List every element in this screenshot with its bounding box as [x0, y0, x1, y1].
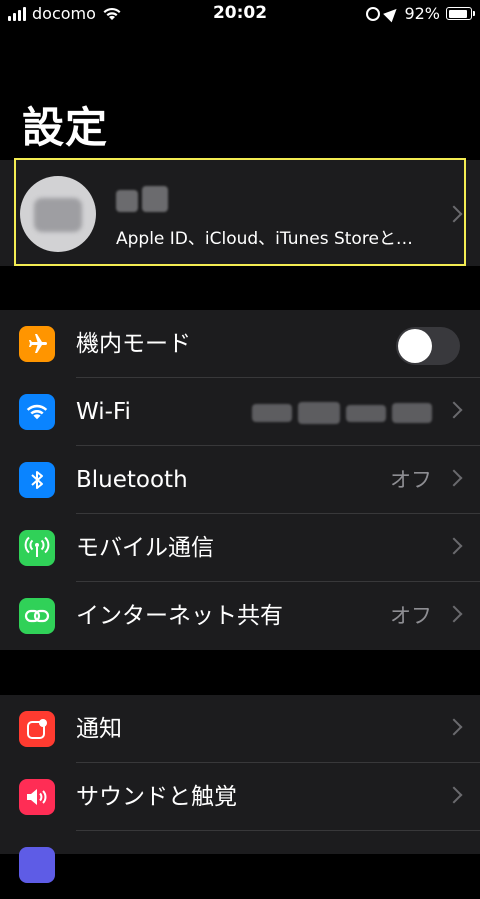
blurred-network-name	[252, 402, 432, 424]
sounds-haptics-label: サウンドと触覚	[76, 784, 237, 810]
bluetooth-status: オフ	[390, 468, 432, 492]
chevron-right-icon	[445, 205, 463, 223]
airplane-mode-toggle[interactable]	[396, 327, 460, 365]
sounds-haptics-row[interactable]: サウンドと触覚	[0, 763, 480, 831]
bluetooth-row[interactable]: Bluetooth オフ	[0, 446, 480, 514]
status-bar: docomo 20:02 92%	[0, 0, 480, 28]
cellular-row[interactable]: モバイル通信	[0, 514, 480, 582]
battery-percent: 92%	[404, 4, 440, 23]
wifi-label: Wi-Fi	[76, 399, 131, 425]
partially-visible-icon	[19, 847, 55, 883]
wifi-row[interactable]: Wi-Fi	[0, 378, 480, 446]
airplane-mode-row[interactable]: 機内モード	[0, 310, 480, 378]
bluetooth-label: Bluetooth	[76, 467, 188, 493]
hotspot-icon	[19, 598, 55, 634]
blurred-user-name	[116, 186, 168, 214]
page-title: 設定	[22, 103, 109, 152]
battery-icon	[446, 7, 475, 20]
hotspot-label: インターネット共有	[76, 603, 283, 629]
cellular-label: モバイル通信	[76, 535, 214, 561]
chevron-right-icon	[445, 469, 463, 487]
chevron-right-icon	[445, 401, 463, 419]
notifications-label: 通知	[76, 716, 122, 742]
chevron-right-icon	[445, 786, 463, 804]
cellular-icon	[19, 530, 55, 566]
wifi-icon	[19, 394, 55, 430]
airplane-mode-label: 機内モード	[76, 331, 191, 357]
network-settings-group: 機内モード Wi-Fi Bluetooth オフ モバイル通信 インターネット共…	[0, 310, 480, 650]
chevron-right-icon	[445, 605, 463, 623]
notifications-icon	[19, 711, 55, 747]
notifications-settings-group: 通知 サウンドと触覚	[0, 695, 480, 883]
avatar	[20, 176, 96, 252]
bluetooth-icon	[19, 462, 55, 498]
rotation-lock-icon	[366, 6, 381, 21]
profile-subtitle: Apple ID、iCloud、iTunes Storeと…	[116, 229, 413, 249]
chevron-right-icon	[445, 718, 463, 736]
location-icon	[383, 4, 402, 23]
next-settings-row[interactable]	[0, 831, 480, 899]
status-right: 92%	[366, 4, 475, 23]
airplane-icon	[19, 326, 55, 362]
hotspot-status: オフ	[390, 604, 432, 628]
chevron-right-icon	[445, 537, 463, 555]
personal-hotspot-row[interactable]: インターネット共有 オフ	[0, 582, 480, 650]
notifications-row[interactable]: 通知	[0, 695, 480, 763]
sound-icon	[19, 779, 55, 815]
